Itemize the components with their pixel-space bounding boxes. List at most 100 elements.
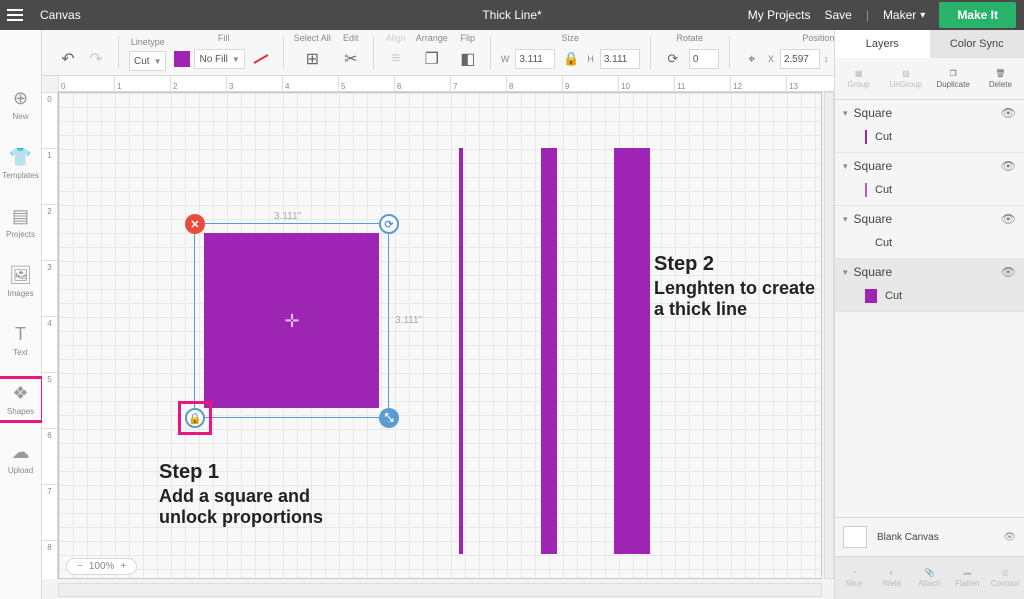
group-button[interactable]: ▦Group [835,58,882,99]
fill-value: No Fill [199,54,227,65]
ruler-tick: 13 [786,76,842,91]
ruler-tick: 0 [58,76,114,91]
layer-swatch [865,130,867,144]
zoom-out-icon[interactable]: − [77,561,83,572]
sidebar-label: Projects [6,230,35,239]
zoom-control[interactable]: − 100% + [66,558,137,575]
make-it-button[interactable]: Make It [939,2,1016,28]
layer-swatch [865,289,877,303]
shape-line-1[interactable] [459,148,463,554]
sidebar-item-new[interactable]: ⊕New [0,84,41,125]
blank-canvas-label: Blank Canvas [877,532,939,543]
layer-item[interactable]: ▾Square👁Cut [835,259,1024,312]
layer-item[interactable]: ▾Square👁Cut [835,153,1024,206]
canvas-grid[interactable]: ✛ ✕ ⟳ 🔒 ⤡ 3.111" 3.111" Step 1 Add a squ… [58,92,822,579]
edit-button[interactable]: ✂ [339,47,363,71]
scrollbar-horizontal[interactable] [58,583,822,597]
sidebar-item-upload[interactable]: ☁ Upload [0,438,41,479]
contour-button[interactable]: ◎Contour [986,557,1024,599]
my-projects-link[interactable]: My Projects [748,8,811,22]
blank-canvas-row[interactable]: Blank Canvas 👁 [835,517,1024,557]
lock-highlight [178,401,212,435]
eye-icon[interactable]: 👁 [1001,265,1016,279]
layer-item[interactable]: ▾Square👁Cut [835,100,1024,153]
sidebar-item-templates[interactable]: 👕Templates [0,143,41,184]
shape-square-selected[interactable]: ✛ [204,233,379,408]
sidebar-label: New [12,112,28,121]
rotate-input[interactable]: 0 [689,49,719,69]
shape-line-2[interactable] [541,148,557,554]
ruler-tick: 11 [674,76,730,91]
layers-panel: Layers Color Sync ▦Group ▧UnGroup ❐Dupli… [834,30,1024,599]
chevron-down-icon: ▾ [920,10,925,21]
zoom-in-icon[interactable]: + [120,561,126,572]
eye-icon[interactable]: 👁 [1001,212,1016,226]
fill-select[interactable]: No Fill▼ [194,49,244,69]
eye-icon[interactable]: 👁 [1001,106,1016,120]
select-all-label: Select All [294,33,331,45]
chevron-down-icon: ▾ [843,161,848,172]
position-x-input[interactable]: 2.597 [780,49,820,69]
flip-label: Flip [461,33,476,45]
select-all-button[interactable]: ⊞ [300,47,324,71]
save-link[interactable]: Save [824,8,851,22]
ruler-tick: 6 [394,76,450,91]
step2-body: Lenghten to createa thick line [654,278,815,319]
flatten-button[interactable]: ▬Flatten [948,557,986,599]
eye-off-icon[interactable]: 👁 [1003,532,1016,543]
sidebar-item-shapes[interactable]: ❖Shapes [0,379,41,420]
ruler-tick: 8 [506,76,562,91]
machine-selector[interactable]: Maker ▾ [883,8,925,22]
width-input[interactable]: 3.111 [515,49,555,69]
rotate-icon[interactable]: ⟳ [661,47,685,71]
slice-button[interactable]: ◔Slice [835,557,873,599]
layer-item[interactable]: ▾Square👁Cut [835,206,1024,259]
group-icon: ▦ [855,69,863,78]
app-title: Canvas [30,8,91,22]
zoom-value: 100% [89,561,115,572]
height-input[interactable]: 3.111 [600,49,640,69]
undo-button[interactable]: ↶ [56,47,80,71]
shape-line-3[interactable] [614,148,650,554]
duplicate-button[interactable]: ❐Duplicate [930,58,977,99]
ruler-tick: 5 [338,76,394,91]
ungroup-button[interactable]: ▧UnGroup [882,58,929,99]
delete-button[interactable]: 🗑Delete [977,58,1024,99]
dimension-height: 3.111" [395,315,422,326]
sidebar-item-text[interactable]: TText [0,320,41,361]
trash-icon: 🗑 [995,69,1005,78]
fill-label: Fill [218,33,230,45]
sidebar-item-images[interactable]: 🖼Images [0,261,41,302]
sidebar-label: Upload [8,466,33,475]
ruler-tick: 3 [42,260,57,316]
resize-handle[interactable]: ⤡ [379,408,399,428]
linetype-select[interactable]: Cut▼ [129,51,166,71]
position-icon[interactable]: ⌖ [740,47,764,71]
redo-button[interactable]: ↷ [84,47,108,71]
tshirt-icon: 👕 [9,147,31,168]
layer-sub-label: Cut [875,237,892,249]
layer-sub-label: Cut [875,184,892,196]
delete-handle[interactable]: ✕ [185,214,205,234]
arrange-button[interactable]: ❐ [420,47,444,71]
chevron-down-icon: ▾ [843,267,848,278]
attach-button[interactable]: 📎Attach [911,557,949,599]
sidebar-label: Shapes [7,407,34,416]
tab-layers[interactable]: Layers [835,30,930,58]
eye-icon[interactable]: 👁 [1001,159,1016,173]
weld-button[interactable]: ◐Weld [873,557,911,599]
scrollbar-vertical[interactable] [824,92,834,579]
fill-swatch[interactable] [174,51,190,67]
ruler-tick: 2 [42,204,57,260]
draw-color-icon[interactable] [249,47,273,71]
ruler-tick: 0 [42,92,57,148]
rotate-handle[interactable]: ⟳ [379,214,399,234]
menu-button[interactable] [0,9,30,21]
tab-color-sync[interactable]: Color Sync [930,30,1024,58]
flip-button[interactable]: ◧ [456,47,480,71]
sidebar-item-projects[interactable]: ▤Projects [0,202,41,243]
lock-aspect-icon[interactable]: 🔒 [559,47,583,71]
undo-redo-group: ↶ ↷ [56,33,108,75]
cloud-upload-icon: ☁ [12,442,30,463]
align-button[interactable]: ≡ [384,47,408,71]
